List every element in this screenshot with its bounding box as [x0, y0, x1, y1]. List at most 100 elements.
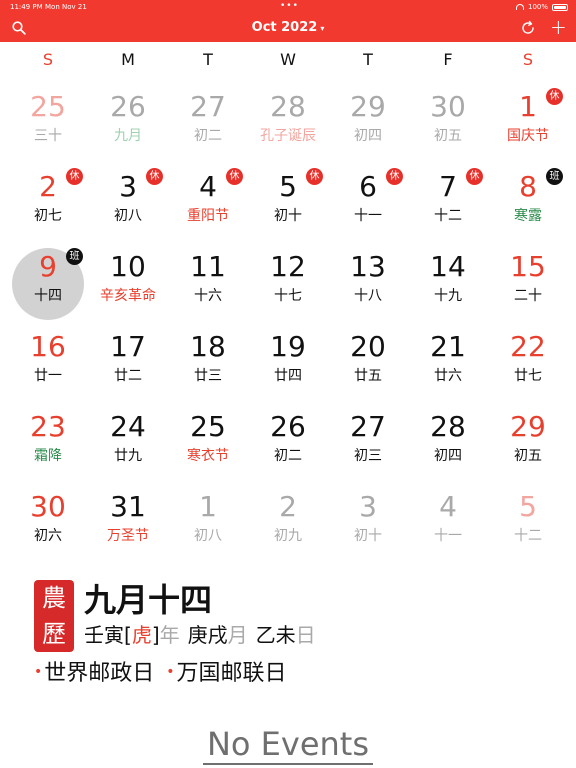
- lunar-label: 初七: [34, 208, 62, 224]
- month-title-button[interactable]: Oct 2022 ▾: [0, 20, 576, 35]
- status-time: 11:49 PM: [10, 3, 43, 11]
- day-number: 26: [110, 90, 146, 123]
- day-cell[interactable]: 15 二十: [488, 244, 568, 324]
- lunar-label: 寒衣节: [187, 448, 229, 464]
- day-cell[interactable]: 11 十六: [168, 244, 248, 324]
- day-number: 27: [350, 410, 386, 443]
- month-unit: 月: [227, 623, 248, 647]
- day-number: 21: [430, 330, 466, 363]
- day-cell[interactable]: 2 初七休: [8, 164, 88, 244]
- lunar-label: 初十: [354, 528, 382, 544]
- lunar-label: 十八: [354, 288, 382, 304]
- day-number: 2: [279, 490, 297, 523]
- month-stem: 庚戌: [187, 623, 228, 647]
- day-cell[interactable]: 27 初三: [328, 404, 408, 484]
- day-cell[interactable]: 5 十二: [488, 484, 568, 564]
- lunar-label: 初六: [34, 528, 62, 544]
- lunar-label: 二十: [514, 288, 542, 304]
- lunar-label: 初五: [434, 128, 462, 144]
- status-date: Mon Nov 21: [45, 3, 87, 11]
- day-cell[interactable]: 28 孔子诞辰: [248, 84, 328, 164]
- lunar-label: 初二: [194, 128, 222, 144]
- ganzhi-line: 壬寅[虎]年 庚戌月 乙未日: [84, 622, 316, 648]
- day-number: 4: [439, 490, 457, 523]
- lunar-label: 初五: [514, 448, 542, 464]
- day-cell[interactable]: 8 寒露班: [488, 164, 568, 244]
- day-cell[interactable]: 30 初五: [408, 84, 488, 164]
- day-number: 15: [510, 250, 546, 283]
- day-cell[interactable]: 26 九月: [88, 84, 168, 164]
- add-event-button[interactable]: +: [550, 15, 567, 39]
- day-number: 19: [270, 330, 306, 363]
- day-cell[interactable]: 16 廿一: [8, 324, 88, 404]
- year-stem: 壬寅: [84, 623, 124, 647]
- lunar-label: 辛亥革命: [100, 288, 156, 304]
- day-cell[interactable]: 1 国庆节休: [488, 84, 568, 164]
- bracket-close: ]: [151, 623, 160, 647]
- day-cell[interactable]: 1 初八: [168, 484, 248, 564]
- day-cell[interactable]: 4 重阳节休: [168, 164, 248, 244]
- day-cell[interactable]: 4 十一: [408, 484, 488, 564]
- lunar-label: 初四: [434, 448, 462, 464]
- holiday-badge: 休: [306, 168, 323, 185]
- day-cell[interactable]: 6 十一休: [328, 164, 408, 244]
- day-cell[interactable]: 25 寒衣节: [168, 404, 248, 484]
- day-cell[interactable]: 5 初十休: [248, 164, 328, 244]
- observance-label: 世界邮政日: [44, 661, 155, 686]
- day-cell[interactable]: 17 廿二: [88, 324, 168, 404]
- day-cell[interactable]: 21 廿六: [408, 324, 488, 404]
- day-cell[interactable]: 18 廿三: [168, 324, 248, 404]
- day-cell[interactable]: 12 十七: [248, 244, 328, 324]
- workday-badge: 班: [66, 248, 83, 265]
- day-cell[interactable]: 29 初五: [488, 404, 568, 484]
- day-number: 26: [270, 410, 306, 443]
- refresh-icon[interactable]: [520, 20, 536, 36]
- day-cell[interactable]: 20 廿五: [328, 324, 408, 404]
- day-cell[interactable]: 19 廿四: [248, 324, 328, 404]
- day-cell[interactable]: 31 万圣节: [88, 484, 168, 564]
- day-cell[interactable]: 14 十九: [408, 244, 488, 324]
- lunar-label: 三十: [34, 128, 62, 144]
- day-cell[interactable]: 29 初四: [328, 84, 408, 164]
- day-stem: 乙未: [255, 623, 296, 647]
- day-cell[interactable]: 23 霜降: [8, 404, 88, 484]
- lunar-label: 初三: [354, 448, 382, 464]
- day-number: 20: [350, 330, 386, 363]
- day-number: 25: [190, 410, 226, 443]
- day-cell[interactable]: 24 廿九: [88, 404, 168, 484]
- weekday-label: M: [121, 50, 135, 69]
- week-row: 2 初七休 3 初八休 4 重阳节休 5 初十休 6 十一休 7 十二休 8 寒露班: [8, 164, 568, 244]
- day-cell[interactable]: 28 初四: [408, 404, 488, 484]
- holiday-badge: 休: [66, 168, 83, 185]
- lunar-label: 廿七: [514, 368, 542, 384]
- lunar-label: 初十: [274, 208, 302, 224]
- holiday-badge: 休: [466, 168, 483, 185]
- day-cell[interactable]: 25 三十: [8, 84, 88, 164]
- day-number: 1: [199, 490, 217, 523]
- day-cell[interactable]: 10 辛亥革命: [88, 244, 168, 324]
- day-number: 29: [350, 90, 386, 123]
- lunar-label: 十九: [434, 288, 462, 304]
- day-cell[interactable]: 30 初六: [8, 484, 88, 564]
- day-cell[interactable]: 22 廿七: [488, 324, 568, 404]
- holiday-badge: 休: [386, 168, 403, 185]
- lunar-label: 九月: [114, 128, 142, 144]
- day-cell[interactable]: 7 十二休: [408, 164, 488, 244]
- lunar-label: 十二: [434, 208, 462, 224]
- day-cell[interactable]: 2 初九: [248, 484, 328, 564]
- day-cell[interactable]: 3 初十: [328, 484, 408, 564]
- month-title: Oct 2022: [251, 20, 318, 35]
- day-cell[interactable]: 26 初二: [248, 404, 328, 484]
- lunar-label: 初八: [194, 528, 222, 544]
- lunar-label: 万圣节: [107, 528, 149, 544]
- lunar-label: 十六: [194, 288, 222, 304]
- day-cell[interactable]: 27 初二: [168, 84, 248, 164]
- bullet-icon: •: [34, 664, 43, 680]
- day-cell[interactable]: 3 初八休: [88, 164, 168, 244]
- day-cell[interactable]: 13 十八: [328, 244, 408, 324]
- day-number: 3: [359, 490, 377, 523]
- lunar-label: 廿二: [114, 368, 142, 384]
- lunar-label: 廿四: [274, 368, 302, 384]
- multitasking-dots[interactable]: •••: [280, 1, 299, 11]
- day-cell-selected[interactable]: 9 十四班: [8, 244, 88, 324]
